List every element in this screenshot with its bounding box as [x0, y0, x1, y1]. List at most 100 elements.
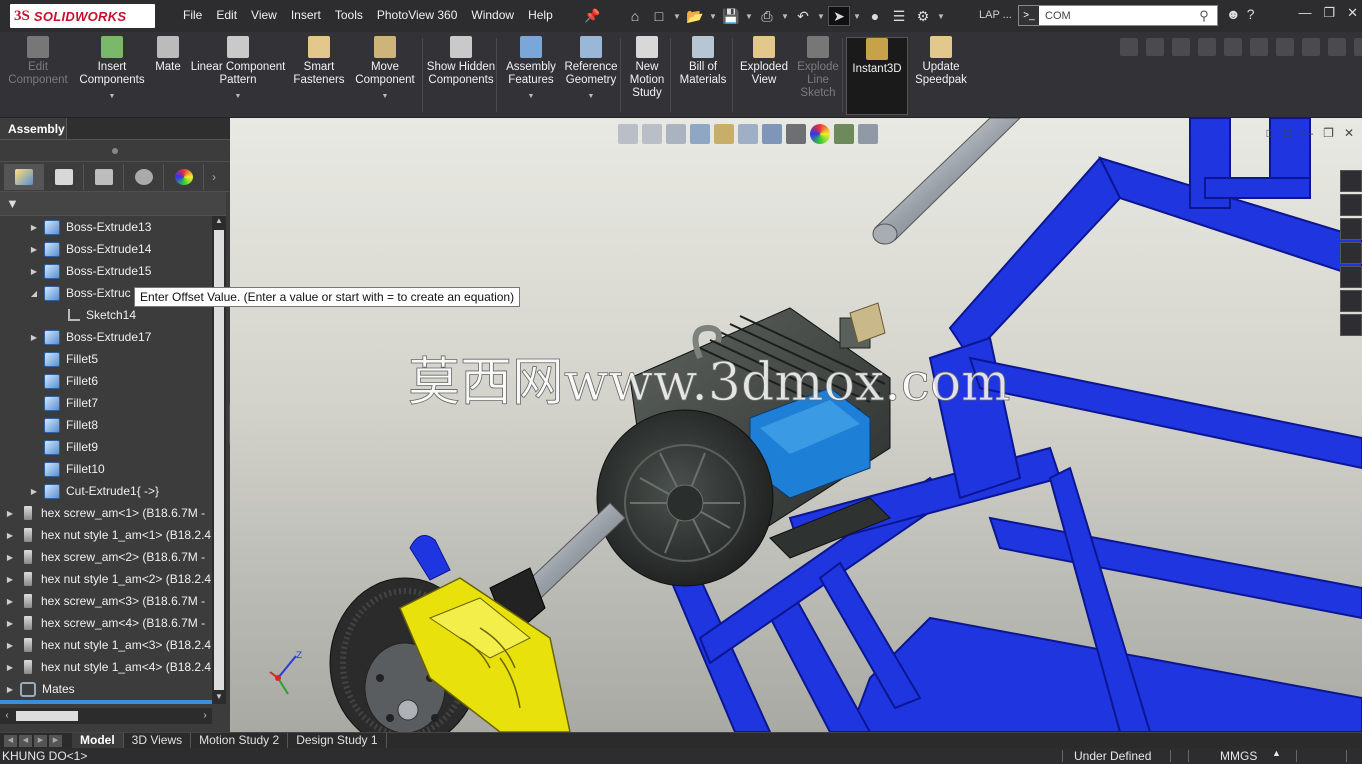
- expand-arrow-icon[interactable]: ▶: [28, 333, 40, 342]
- new-motion-study-button[interactable]: New Motion Study: [624, 36, 670, 114]
- status-units[interactable]: MMGS: [1220, 749, 1257, 763]
- tree-node[interactable]: ▶ hex screw_am<2> (B18.6.7M -: [0, 546, 212, 568]
- select-caret-icon[interactable]: ▼: [852, 6, 862, 26]
- rebuild-traffic-light-icon[interactable]: ●: [864, 6, 886, 26]
- ribbon-tool-5-icon[interactable]: [1224, 38, 1242, 56]
- tree-node[interactable]: Fillet10: [0, 458, 212, 480]
- tabs-more-chevron-icon[interactable]: ›: [204, 170, 224, 184]
- move-component-caret-icon[interactable]: ▼: [382, 90, 389, 103]
- doc-minimize-icon[interactable]: —: [1301, 126, 1313, 140]
- expand-arrow-icon[interactable]: ▶: [28, 487, 40, 496]
- undo-caret-icon[interactable]: ▼: [816, 6, 826, 26]
- assembly-features-button[interactable]: Assembly Features ▼: [502, 36, 560, 114]
- show-hidden-components-button[interactable]: Show Hidden Components: [425, 36, 497, 114]
- open-folder-icon[interactable]: 📂: [684, 6, 706, 26]
- file-explorer-icon[interactable]: [1340, 218, 1362, 240]
- tree-node[interactable]: ▶ hex screw_am<1> (B18.6.7M -: [0, 502, 212, 524]
- doc-restore-icon[interactable]: ❐: [1323, 126, 1334, 140]
- horizontal-scroll-thumb[interactable]: [16, 711, 78, 721]
- menu-view[interactable]: View: [244, 8, 284, 22]
- tree-node[interactable]: ▶ hex nut style 1_am<1> (B18.2.4: [0, 524, 212, 546]
- linear-component-pattern-button[interactable]: Linear Component Pattern ▼: [190, 36, 286, 114]
- expand-arrow-icon[interactable]: ▶: [4, 619, 16, 628]
- doc-cascade-icon[interactable]: □: [1284, 126, 1291, 140]
- tab-design-study-1[interactable]: Design Study 1: [288, 732, 387, 749]
- tab-3d-views[interactable]: 3D Views: [124, 732, 192, 749]
- graphics-area[interactable]: 莫西网www.3dmox.com □ □ — ❐ ✕ Z: [230, 118, 1362, 732]
- solidworks-logo[interactable]: 3S SOLIDWORKS: [10, 4, 155, 28]
- undo-icon[interactable]: ↶: [792, 6, 814, 26]
- expand-arrow-icon[interactable]: ▶: [4, 597, 16, 606]
- first-tab-icon[interactable]: ◀: [4, 734, 17, 747]
- ribbon-tool-10-icon[interactable]: [1354, 38, 1362, 56]
- explode-line-sketch-button[interactable]: Explode Line Sketch: [792, 36, 844, 114]
- view-palette-icon[interactable]: [1340, 242, 1362, 264]
- custom-properties-icon[interactable]: [1340, 290, 1362, 312]
- section-view-icon[interactable]: [690, 124, 710, 144]
- tab-configuration-manager[interactable]: [84, 163, 124, 190]
- instant3d-button[interactable]: Instant3D: [846, 37, 908, 115]
- new-document-icon[interactable]: □: [648, 6, 670, 26]
- tab-model[interactable]: Model: [72, 732, 124, 749]
- tree-node[interactable]: ▶ Cut-Extrude1{ ->}: [0, 480, 212, 502]
- menu-tools[interactable]: Tools: [328, 8, 370, 22]
- search-box[interactable]: >_ ⚲: [1018, 5, 1218, 26]
- ribbon-tool-9-icon[interactable]: [1328, 38, 1346, 56]
- reference-geometry-button[interactable]: Reference Geometry ▼: [562, 36, 620, 114]
- expand-arrow-icon[interactable]: ▶: [4, 531, 16, 540]
- dynamic-annotation-icon[interactable]: [714, 124, 734, 144]
- ribbon-tool-4-icon[interactable]: [1198, 38, 1216, 56]
- print-icon[interactable]: ⎙: [756, 6, 778, 26]
- scroll-up-icon[interactable]: ▲: [212, 216, 226, 228]
- new-caret-icon[interactable]: ▼: [672, 6, 682, 26]
- scroll-left-icon[interactable]: ‹: [0, 708, 14, 724]
- tree-node[interactable]: Sketch14: [0, 304, 212, 326]
- expand-arrow-icon[interactable]: ▶: [4, 663, 16, 672]
- tree-node[interactable]: ▶ Mates: [0, 678, 212, 700]
- insert-components-button[interactable]: Insert Components ▼: [76, 36, 148, 114]
- ribbon-tool-1-icon[interactable]: [1120, 38, 1138, 56]
- print-caret-icon[interactable]: ▼: [780, 6, 790, 26]
- ribbon-tool-6-icon[interactable]: [1250, 38, 1268, 56]
- expand-arrow-icon[interactable]: ▶: [4, 685, 16, 694]
- expand-arrow-icon[interactable]: ▶: [4, 641, 16, 650]
- mate-button[interactable]: Mate: [150, 36, 186, 114]
- pin-icon[interactable]: 📌: [584, 8, 600, 24]
- home-icon[interactable]: ⌂: [624, 6, 646, 26]
- select-pointer-icon[interactable]: ➤: [828, 6, 850, 26]
- menu-window[interactable]: Window: [464, 8, 521, 22]
- expand-arrow-icon[interactable]: ▶: [4, 575, 16, 584]
- edit-appearance-icon[interactable]: [810, 124, 830, 144]
- linear-component-pattern-caret-icon[interactable]: ▼: [235, 90, 242, 103]
- doc-tile-icon[interactable]: □: [1267, 126, 1274, 140]
- ribbon-tool-3-icon[interactable]: [1172, 38, 1190, 56]
- insert-components-caret-icon[interactable]: ▼: [109, 90, 116, 103]
- tree-node[interactable]: ▶ hex nut style 1_am<4> (B18.2.4: [0, 656, 212, 678]
- menu-help[interactable]: Help: [521, 8, 560, 22]
- tree-node[interactable]: ▶ hex screw_am<3> (B18.6.7M -: [0, 590, 212, 612]
- save-icon[interactable]: 💾: [720, 6, 742, 26]
- options-caret-icon[interactable]: ▼: [936, 6, 946, 26]
- close-icon[interactable]: ✕: [1347, 5, 1358, 21]
- expand-arrow-icon[interactable]: ▶: [4, 553, 16, 562]
- tab-motion-study-2[interactable]: Motion Study 2: [191, 732, 289, 749]
- bill-of-materials-button[interactable]: Bill of Materials: [676, 36, 730, 114]
- minimize-icon[interactable]: —: [1298, 5, 1311, 21]
- reference-geometry-caret-icon[interactable]: ▼: [588, 90, 595, 103]
- exploded-view-button[interactable]: Exploded View: [736, 36, 792, 114]
- tab-dimxpert-manager[interactable]: [124, 163, 164, 190]
- tree-node[interactable]: ▶ Boss-Extrude15: [0, 260, 212, 282]
- assembly-features-caret-icon[interactable]: ▼: [528, 90, 535, 103]
- tab-property-manager[interactable]: [44, 163, 84, 190]
- ribbon-tool-2-icon[interactable]: [1146, 38, 1164, 56]
- units-caret-icon[interactable]: ▲: [1272, 748, 1281, 758]
- menu-edit[interactable]: Edit: [209, 8, 244, 22]
- previous-view-icon[interactable]: [666, 124, 686, 144]
- panel-splitter[interactable]: [0, 140, 230, 162]
- zoom-to-fit-icon[interactable]: [618, 124, 638, 144]
- apply-scene-icon[interactable]: [834, 124, 854, 144]
- design-library-icon[interactable]: [1340, 194, 1362, 216]
- ribbon-tool-8-icon[interactable]: [1302, 38, 1320, 56]
- save-caret-icon[interactable]: ▼: [744, 6, 754, 26]
- assembly-model-view[interactable]: 莫西网www.3dmox.com: [230, 118, 1362, 732]
